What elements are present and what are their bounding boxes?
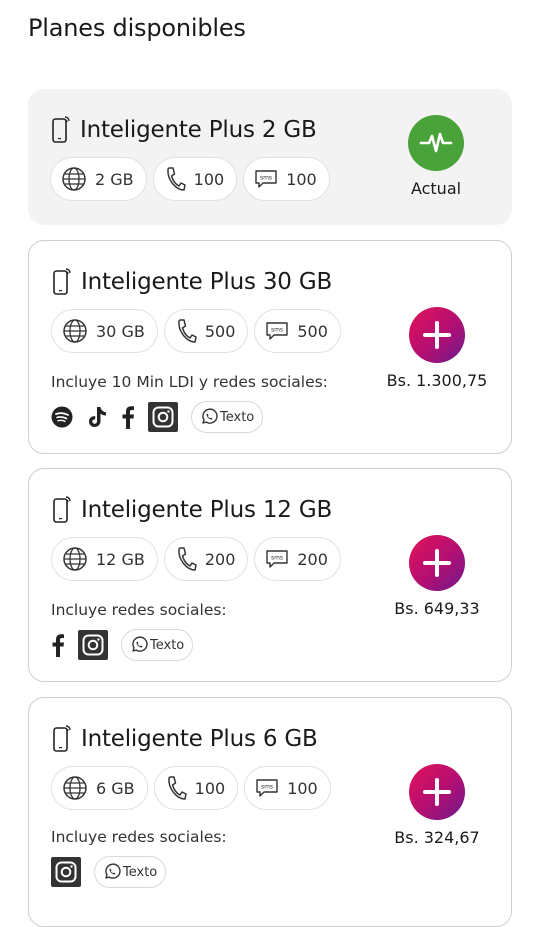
phone-handset-icon (164, 166, 186, 192)
add-plan-button[interactable]: Bs. 649,33 (372, 535, 502, 618)
sms-icon: sms (265, 549, 289, 569)
data-chip: 2 GB (50, 157, 147, 201)
plan-name: Inteligente Plus 6 GB (81, 726, 318, 752)
add-plan-button[interactable]: Bs. 324,67 (372, 764, 502, 847)
svg-text:sms: sms (260, 175, 272, 182)
plus-icon[interactable] (409, 764, 465, 820)
minutes-amount: 500 (204, 321, 236, 341)
data-amount: 2 GB (95, 169, 134, 189)
globe-icon (62, 775, 88, 801)
sms-amount: 500 (297, 321, 328, 341)
plus-icon[interactable] (409, 307, 465, 363)
svg-text:sms: sms (261, 784, 273, 791)
minutes-amount: 100 (193, 169, 225, 189)
plan-card[interactable]: Inteligente Plus 12 GB 12 GB 200 sms 200… (28, 468, 512, 682)
data-chip: 30 GB (51, 309, 158, 353)
smartphone-icon (51, 495, 73, 525)
phone-handset-icon (175, 546, 197, 572)
smartphone-icon (50, 115, 72, 145)
plan-card[interactable]: Inteligente Plus 30 GB 30 GB 500 sms 500… (28, 240, 512, 454)
sms-amount: 100 (287, 778, 318, 798)
globe-icon (62, 546, 88, 572)
add-plan-button[interactable]: Bs. 1.300,75 (372, 307, 502, 390)
plan-price: Bs. 324,67 (394, 828, 480, 847)
minutes-chip: 500 (163, 309, 249, 353)
whatsapp-text-chip: Texto (191, 401, 264, 433)
svg-text:sms: sms (271, 555, 283, 562)
data-amount: 30 GB (96, 321, 145, 341)
minutes-amount: 100 (194, 778, 226, 798)
sms-chip: sms 100 (244, 766, 331, 810)
sms-amount: 100 (286, 169, 317, 189)
sms-chip: sms 500 (254, 309, 341, 353)
minutes-chip: 100 (152, 157, 238, 201)
instagram-icon (51, 857, 81, 887)
includes-text: Incluye redes sociales: (51, 601, 227, 619)
plan-name: Inteligente Plus 2 GB (80, 117, 317, 143)
whatsapp-label: Texto (123, 864, 158, 880)
tiktok-icon (86, 405, 108, 429)
whatsapp-icon (200, 408, 220, 426)
plus-icon[interactable] (409, 535, 465, 591)
plan-card-current[interactable]: Inteligente Plus 2 GB 2 GB 100 sms 100 A… (28, 89, 512, 225)
data-chip: 6 GB (51, 766, 148, 810)
data-amount: 12 GB (96, 549, 145, 569)
plan-card[interactable]: Inteligente Plus 6 GB 6 GB 100 sms 100 I… (28, 697, 512, 927)
current-label: Actual (410, 179, 462, 198)
phone-handset-icon (165, 775, 187, 801)
sms-icon: sms (265, 321, 289, 341)
facebook-icon (51, 633, 65, 657)
sms-chip: sms 100 (243, 157, 330, 201)
phone-handset-icon (175, 318, 197, 344)
facebook-icon (121, 405, 135, 429)
whatsapp-label: Texto (220, 409, 255, 425)
instagram-icon (78, 630, 108, 660)
includes-text: Incluye 10 Min LDI y redes sociales: (51, 373, 328, 391)
whatsapp-label: Texto (150, 637, 185, 653)
sms-icon: sms (255, 778, 279, 798)
sms-chip: sms 200 (254, 537, 341, 581)
plan-name: Inteligente Plus 12 GB (81, 497, 333, 523)
smartphone-icon (51, 267, 73, 297)
whatsapp-text-chip: Texto (94, 856, 167, 888)
data-chip: 12 GB (51, 537, 158, 581)
page-title: Planes disponibles (28, 14, 246, 42)
plan-name: Inteligente Plus 30 GB (81, 269, 333, 295)
data-amount: 6 GB (96, 778, 135, 798)
minutes-chip: 200 (163, 537, 249, 581)
current-plan-badge: Actual (371, 115, 501, 198)
whatsapp-icon (130, 636, 150, 654)
plan-price: Bs. 649,33 (394, 599, 480, 618)
minutes-chip: 100 (153, 766, 239, 810)
smartphone-icon (51, 724, 73, 754)
minutes-amount: 200 (204, 549, 236, 569)
plan-price: Bs. 1.300,75 (386, 371, 488, 390)
activity-icon (408, 115, 464, 171)
spotify-icon (51, 406, 73, 428)
whatsapp-icon (103, 863, 123, 881)
instagram-icon (148, 402, 178, 432)
whatsapp-text-chip: Texto (121, 629, 194, 661)
svg-text:sms: sms (271, 327, 283, 334)
sms-amount: 200 (297, 549, 328, 569)
sms-icon: sms (254, 169, 278, 189)
includes-text: Incluye redes sociales: (51, 828, 227, 846)
globe-icon (62, 318, 88, 344)
globe-icon (61, 166, 87, 192)
